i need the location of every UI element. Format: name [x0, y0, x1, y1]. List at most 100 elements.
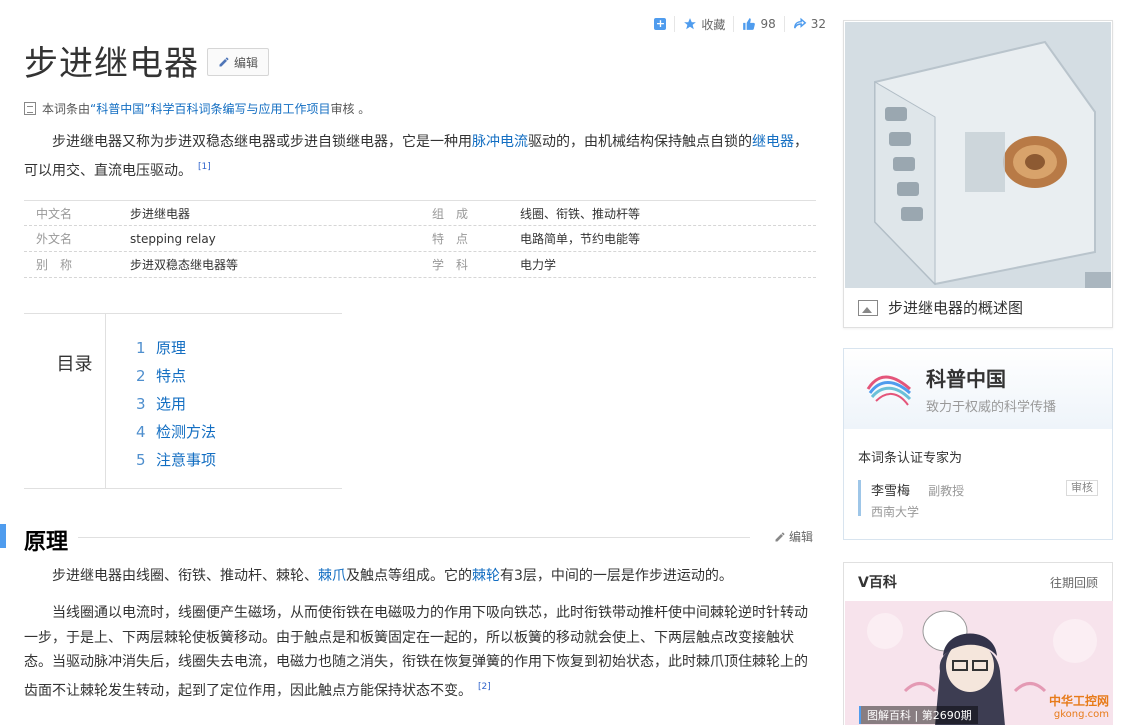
link-ratchet[interactable]: 棘轮 — [472, 568, 500, 584]
image-icon — [858, 299, 878, 316]
link-relay[interactable]: 继电器 — [752, 134, 794, 150]
edit-title-button[interactable]: 编辑 — [207, 48, 269, 76]
info-name: 别 称 — [36, 258, 73, 272]
toc-label: 原理 — [156, 339, 187, 357]
toc-number: 4 — [136, 423, 146, 441]
source-line: 本词条由 “科普中国”科学百科词条编写与应用工作项目 审核 。 — [24, 100, 370, 117]
info-value: 步进双稳态继电器等 — [130, 258, 239, 272]
principle-paragraph-1: 步进继电器由线圈、衔铁、推动杆、棘轮、棘爪及触点等组成。它的棘轮有3层，中间的一… — [24, 564, 816, 589]
body-text: 步进继电器由线圈、衔铁、推动杆、棘轮、 — [52, 568, 318, 584]
brand-block: 科普中国 致力于权威的科学传播 — [926, 363, 1056, 415]
vbaike-image[interactable]: 图解百科 | 第2690期 中华工控网 gkong.com — [845, 601, 1113, 725]
science-china-header[interactable]: 科普中国 致力于权威的科学传播 — [844, 349, 1112, 429]
intro-text: 步进继电器又称为步进双稳态继电器或步进自锁继电器，它是一种用 — [52, 134, 472, 150]
collect-label: 收藏 — [701, 17, 726, 32]
table-of-contents: 目录 1 原理 2 特点 3 选用 4 检测方法 5 注意事项 — [24, 313, 342, 489]
share-count: 32 — [810, 17, 826, 31]
toc-label: 检测方法 — [156, 423, 217, 441]
expert-title: 副教授 — [928, 484, 965, 498]
vbaike-caption: 图解百科 | 第2690期 — [859, 706, 978, 724]
toc-number: 1 — [136, 339, 146, 357]
science-china-logo — [866, 375, 912, 406]
summary-image-card[interactable]: 步进继电器的概述图 — [843, 20, 1113, 328]
vbaike-card: V百科 往期回顾 图解百科 | 第2690期 中华工控网 gkong.com — [843, 562, 1113, 725]
body-text: 当线圈通以电流时，线圈便产生磁场，从而使衔铁在电磁吸力的作用下吸向铁芯，此时衔铁… — [24, 605, 808, 699]
star-icon — [684, 18, 697, 30]
reference-link[interactable]: [1] — [198, 162, 211, 172]
info-value: 电力学 — [520, 258, 557, 272]
document-icon — [24, 102, 36, 115]
toc-item-principle[interactable]: 1 原理 — [136, 334, 216, 362]
like-count: 98 — [760, 17, 776, 31]
link-pawl[interactable]: 棘爪 — [318, 568, 346, 584]
info-name: 组 成 — [432, 206, 469, 221]
toc-label: 选用 — [156, 395, 187, 413]
pencil-icon — [775, 532, 785, 541]
source-prefix: 本词条由 — [42, 102, 91, 116]
toc-label: 特点 — [156, 367, 187, 385]
info-value: stepping relay — [130, 231, 216, 246]
reference-link[interactable]: [2] — [478, 682, 491, 692]
info-value: 电路简单，节约电能等 — [520, 232, 641, 246]
past-issues-link[interactable]: 往期回顾 — [1050, 574, 1098, 591]
section-marker — [0, 524, 6, 548]
album-caption-text: 步进继电器的概述图 — [888, 299, 1024, 317]
section-divider — [78, 537, 750, 538]
toc-item-selection[interactable]: 3 选用 — [136, 390, 216, 418]
collect-button[interactable]: 收藏 — [674, 16, 733, 32]
edit-section-label: 编辑 — [789, 530, 814, 544]
relay-illustration — [845, 22, 1111, 288]
body-text: 及触点等组成。它的 — [346, 568, 472, 584]
main-content: + 收藏 98 32 步进继电器 编辑 本词条由 “科普中国”科学百科词条编写与… — [0, 0, 830, 725]
table-row: 外文名 stepping relay 特 点 电路简单，节约电能等 — [24, 226, 816, 252]
edit-section-button[interactable]: 编辑 — [774, 528, 813, 545]
toc-item-notes[interactable]: 5 注意事项 — [136, 446, 216, 474]
toc-label: 注意事项 — [156, 451, 217, 469]
plus-icon: + — [654, 17, 667, 30]
toc-number: 2 — [136, 367, 146, 385]
gkong-watermark: 中华工控网 gkong.com — [1049, 692, 1109, 720]
brand-slogan: 致力于权威的科学传播 — [926, 400, 1057, 415]
table-row: 别 称 步进双稳态继电器等 学 科 电力学 — [24, 252, 816, 278]
info-value: 线圈、衔铁、推动杆等 — [520, 206, 641, 221]
brand-name: 科普中国 — [926, 367, 1006, 391]
expert-name: 李雪梅 — [871, 484, 911, 499]
toc-item-testing[interactable]: 4 检测方法 — [136, 418, 216, 446]
relay-photo — [845, 22, 1111, 288]
info-name: 外文名 — [36, 232, 73, 246]
expert-entry[interactable]: 李雪梅 副教授 西南大学 审核 — [858, 480, 1098, 519]
section-title: 原理 — [24, 530, 69, 555]
share-icon — [793, 17, 807, 29]
intro-paragraph: 步进继电器又称为步进双稳态继电器或步进自锁继电器，它是一种用脉冲电流驱动的，由机… — [24, 130, 816, 184]
info-name: 中文名 — [36, 206, 73, 221]
body-text: 有3层，中间的一层是作步进运动的。 — [500, 568, 733, 584]
link-pulse-current[interactable]: 脉冲电流 — [472, 134, 528, 150]
watermark-text-1: 中华工控网 — [1048, 694, 1109, 708]
source-suffix: 审核 。 — [330, 102, 371, 116]
vbaike-header: V百科 往期回顾 — [844, 563, 1112, 601]
thumbs-up-icon — [743, 18, 756, 30]
toc-title: 目录 — [24, 314, 106, 488]
watermark-text-2: gkong.com — [1053, 709, 1109, 720]
principle-paragraph-2: 当线圈通以电流时，线圈便产生磁场，从而使衔铁在电磁吸力的作用下吸向铁芯，此时衔铁… — [24, 601, 816, 703]
album-caption: 步进继电器的概述图 — [858, 297, 1023, 318]
expert-card: 科普中国 致力于权威的科学传播 本词条认证专家为 李雪梅 副教授 西南大学 审核 — [843, 348, 1113, 540]
expert-heading: 本词条认证专家为 — [858, 451, 963, 466]
add-button[interactable]: + — [646, 16, 674, 32]
info-name: 学 科 — [432, 258, 469, 272]
pencil-icon — [219, 57, 229, 67]
share-button[interactable]: 32 — [783, 16, 834, 32]
like-button[interactable]: 98 — [733, 16, 783, 32]
source-link[interactable]: “科普中国”科学百科词条编写与应用工作项目 — [90, 100, 330, 117]
edit-title-label: 编辑 — [233, 55, 258, 70]
review-badge: 审核 — [1066, 480, 1098, 496]
intro-text: 驱动的，由机械结构保持触点自锁的 — [528, 134, 752, 150]
toc-number: 3 — [136, 395, 146, 413]
toc-list: 1 原理 2 特点 3 选用 4 检测方法 5 注意事项 — [106, 314, 216, 488]
expert-body: 本词条认证专家为 李雪梅 副教授 西南大学 审核 — [844, 429, 1112, 519]
table-row: 中文名 步进继电器 组 成 线圈、衔铁、推动杆等 — [24, 200, 816, 226]
toc-item-features[interactable]: 2 特点 — [136, 362, 216, 390]
toc-number: 5 — [136, 451, 146, 469]
info-value: 步进继电器 — [130, 206, 191, 221]
page-title: 步进继电器 — [24, 44, 199, 84]
